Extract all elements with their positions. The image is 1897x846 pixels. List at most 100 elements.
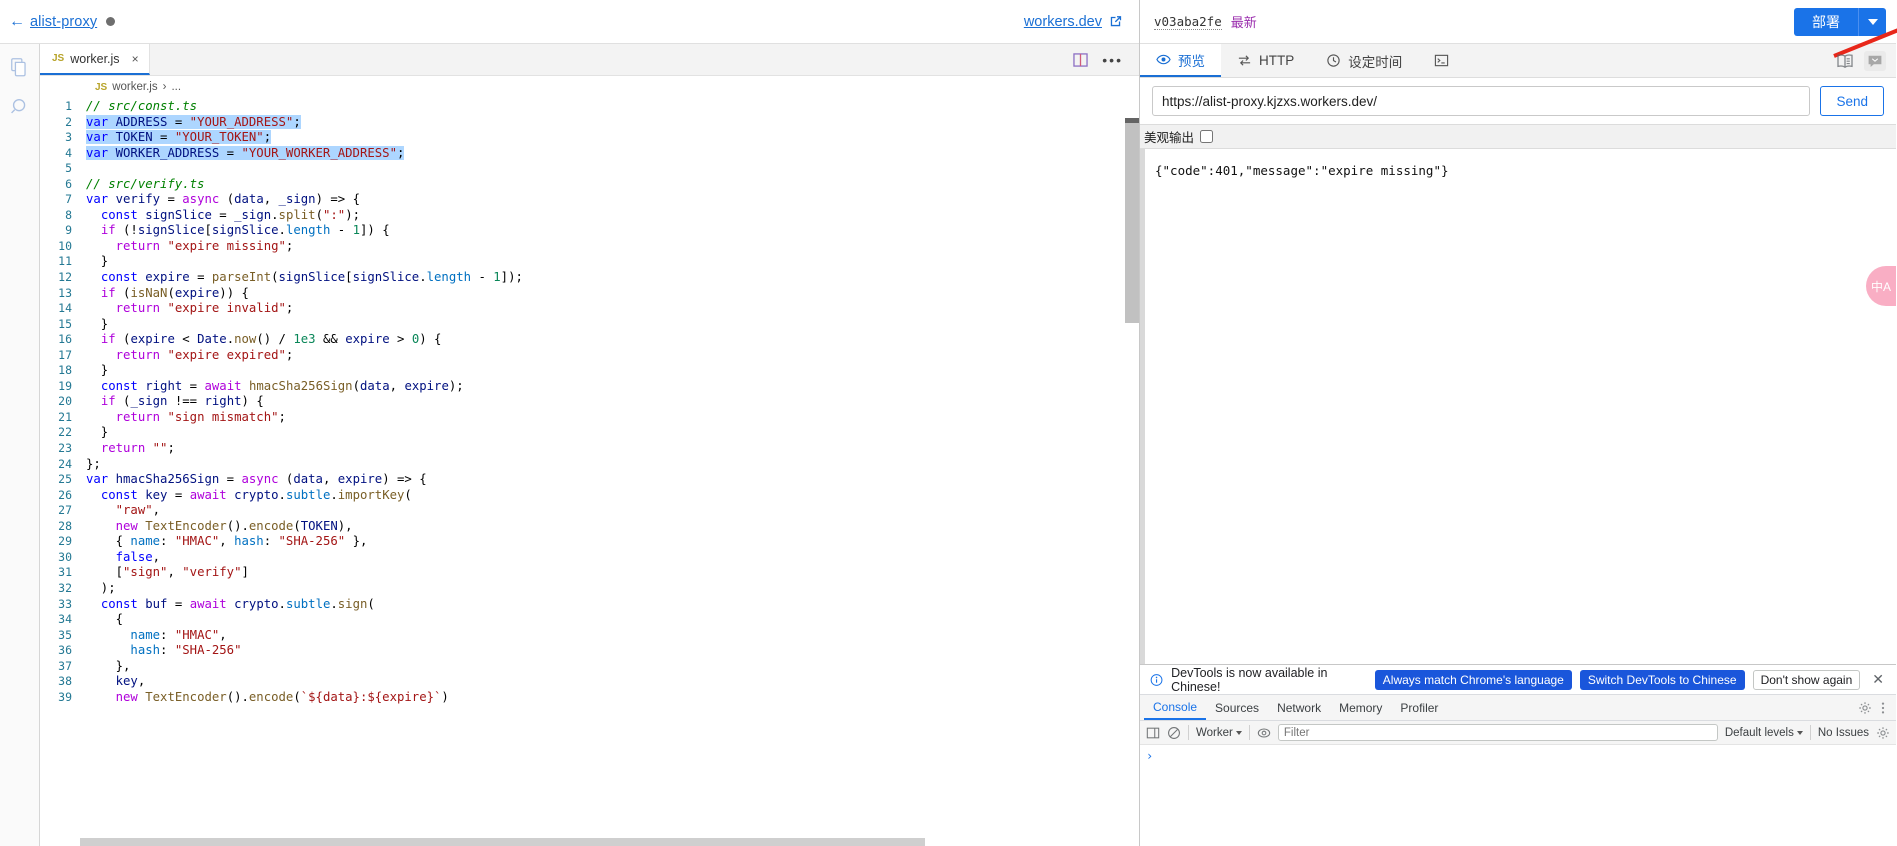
code-line[interactable]: 28 new TextEncoder().encode(TOKEN), xyxy=(40,519,1139,535)
line-number: 31 xyxy=(58,565,72,580)
code-line[interactable]: 3 var TOKEN = "YOUR_TOKEN"; xyxy=(40,130,1139,146)
dont-show-again-button[interactable]: Don't show again xyxy=(1752,669,1861,690)
code-line[interactable]: 7 var verify = async (data, _sign) => { xyxy=(40,192,1139,208)
project-name-link[interactable]: alist-proxy xyxy=(30,14,97,30)
more-actions-icon[interactable]: ••• xyxy=(1102,53,1123,67)
code-line[interactable]: 17 return "expire expired"; xyxy=(40,348,1139,364)
code-token: hash xyxy=(130,643,161,658)
code-editor[interactable]: 1 // src/const.ts 2 var ADDRESS = "YOUR_ADD… xyxy=(40,98,1139,846)
code-line[interactable]: 13 if (isNaN(expire)) { xyxy=(40,286,1139,302)
tab-worker-js[interactable]: JS worker.js × xyxy=(40,44,150,75)
code-line[interactable]: 37 }, xyxy=(40,659,1139,675)
tab-console[interactable]: Console xyxy=(1144,695,1207,720)
code-line[interactable]: 26 const key = await crypto.subtle.impor… xyxy=(40,488,1139,504)
pretty-output-checkbox[interactable] xyxy=(1200,130,1214,143)
console-sidebar-icon[interactable] xyxy=(1146,726,1160,740)
code-line[interactable]: 32 ); xyxy=(40,581,1139,597)
code-line[interactable]: 11 } xyxy=(40,254,1139,270)
tab-profiler[interactable]: Profiler xyxy=(1391,695,1447,720)
code-token: right xyxy=(145,378,183,393)
code-line[interactable]: 6 // src/verify.ts xyxy=(40,177,1139,193)
scrollbar-thumb[interactable] xyxy=(1125,118,1139,323)
code-line[interactable]: 25 var hmacSha256Sign = async (data, expi… xyxy=(40,472,1139,488)
tab-sources[interactable]: Sources xyxy=(1206,695,1268,720)
code-line[interactable]: 5 xyxy=(40,161,1139,177)
code-line[interactable]: 4 var WORKER_ADDRESS = "YOUR_WORKER_ADDRE… xyxy=(40,145,1139,162)
clear-console-icon[interactable] xyxy=(1167,726,1181,740)
code-line[interactable]: 16 if (expire < Date.now() / 1e3 && expi… xyxy=(40,332,1139,348)
code-line[interactable]: 15 } xyxy=(40,317,1139,333)
split-editor-icon[interactable] xyxy=(1073,52,1088,67)
console-context-selector[interactable]: Worker xyxy=(1196,727,1242,739)
code-line[interactable]: 18 } xyxy=(40,363,1139,379)
code-line[interactable]: 33 const buf = await crypto.subtle.sign( xyxy=(40,597,1139,613)
tab-terminal[interactable] xyxy=(1418,44,1465,77)
code-line[interactable]: 9 if (!signSlice[signSlice.length - 1]) … xyxy=(40,223,1139,239)
feedback-icon[interactable] xyxy=(1864,50,1886,71)
send-button[interactable]: Send xyxy=(1820,86,1884,116)
close-icon[interactable]: ✕ xyxy=(1868,671,1888,688)
version-hash[interactable]: v03aba2fe xyxy=(1154,14,1222,30)
code-line[interactable]: 10 return "expire missing"; xyxy=(40,239,1139,255)
editor-vertical-scrollbar[interactable] xyxy=(1125,98,1139,846)
settings-gear-icon[interactable] xyxy=(1858,701,1872,715)
external-link-icon[interactable] xyxy=(1108,14,1123,29)
back-arrow-icon[interactable]: ← xyxy=(9,13,25,30)
tab-http[interactable]: HTTP xyxy=(1221,44,1310,77)
code-line[interactable]: 21 return "sign mismatch"; xyxy=(40,410,1139,426)
always-match-chrome-language-button[interactable]: Always match Chrome's language xyxy=(1374,669,1572,690)
code-line[interactable]: 29 { name: "HMAC", hash: "SHA-256" }, xyxy=(40,534,1139,550)
url-input[interactable] xyxy=(1152,86,1811,116)
console-filter-input[interactable] xyxy=(1277,724,1718,741)
devtools-panel: DevTools is now available in Chinese! Al… xyxy=(1140,664,1896,846)
console-output[interactable]: › xyxy=(1140,745,1896,846)
tab-network[interactable]: Network xyxy=(1268,695,1330,720)
code-line[interactable]: 39 new TextEncoder().encode(`${data}:${e… xyxy=(40,690,1139,706)
code-line[interactable]: 8 const signSlice = _sign.split(":"); xyxy=(40,208,1139,224)
line-code: const right = await hmacSha256Sign(data,… xyxy=(86,379,464,395)
switch-devtools-to-chinese-button[interactable]: Switch DevTools to Chinese xyxy=(1579,669,1745,690)
code-line[interactable]: 27 "raw", xyxy=(40,503,1139,519)
code-line[interactable]: 34 { xyxy=(40,612,1139,628)
search-icon[interactable] xyxy=(9,96,31,118)
tab-set-time[interactable]: 设定时间 xyxy=(1310,44,1418,77)
code-line[interactable]: 22 } xyxy=(40,425,1139,441)
breadcrumb-file[interactable]: worker.js xyxy=(112,81,157,93)
code-token: , xyxy=(263,192,279,207)
docs-book-icon[interactable] xyxy=(1834,51,1856,71)
deploy-dropdown-button[interactable] xyxy=(1858,7,1886,36)
code-line[interactable]: 2 var ADDRESS = "YOUR_ADDRESS"; xyxy=(40,114,1139,131)
tab-memory[interactable]: Memory xyxy=(1330,695,1391,720)
code-line[interactable]: 12 const expire = parseInt(signSlice[sig… xyxy=(40,270,1139,286)
workers-dev-link[interactable]: workers.dev xyxy=(1024,14,1102,30)
code-token: = xyxy=(167,596,190,611)
code-line[interactable]: 24}; xyxy=(40,457,1139,473)
request-url-row: Send xyxy=(1140,78,1896,124)
code-line[interactable]: 36 hash: "SHA-256" xyxy=(40,643,1139,659)
code-line[interactable]: 20 if (_sign !== right) { xyxy=(40,394,1139,410)
code-line[interactable]: 1 // src/const.ts xyxy=(40,99,1139,115)
code-line[interactable]: 14 return "expire invalid"; xyxy=(40,301,1139,317)
more-vertical-icon[interactable] xyxy=(1876,701,1890,715)
tab-preview[interactable]: 预览 xyxy=(1140,44,1221,77)
code-content[interactable]: 1 // src/const.ts 2 var ADDRESS = "YOUR_ADD… xyxy=(40,98,1139,705)
code-line[interactable]: 38 key, xyxy=(40,674,1139,690)
code-token: hash xyxy=(234,534,264,549)
console-levels-selector[interactable]: Default levels xyxy=(1725,727,1803,739)
editor-horizontal-scrollbar[interactable] xyxy=(80,836,1125,846)
code-line[interactable]: 19 const right = await hmacSha256Sign(da… xyxy=(40,379,1139,395)
console-settings-icon[interactable] xyxy=(1876,726,1890,740)
line-code: return "expire expired"; xyxy=(86,348,294,364)
code-line[interactable]: 23 return ""; xyxy=(40,441,1139,457)
issues-status[interactable]: No Issues xyxy=(1818,727,1869,739)
code-line[interactable]: 31 ["sign", "verify"] xyxy=(40,565,1139,581)
hscrollbar-thumb[interactable] xyxy=(80,838,925,846)
live-expression-icon[interactable] xyxy=(1257,726,1271,740)
files-icon[interactable] xyxy=(9,56,31,78)
code-line[interactable]: 30 false, xyxy=(40,550,1139,566)
deploy-button[interactable]: 部署 xyxy=(1794,7,1858,36)
code-line[interactable]: 35 name: "HMAC", xyxy=(40,628,1139,644)
breadcrumb-rest[interactable]: ... xyxy=(171,81,181,93)
close-icon[interactable]: × xyxy=(132,52,139,66)
code-token: "expire invalid" xyxy=(167,301,286,316)
